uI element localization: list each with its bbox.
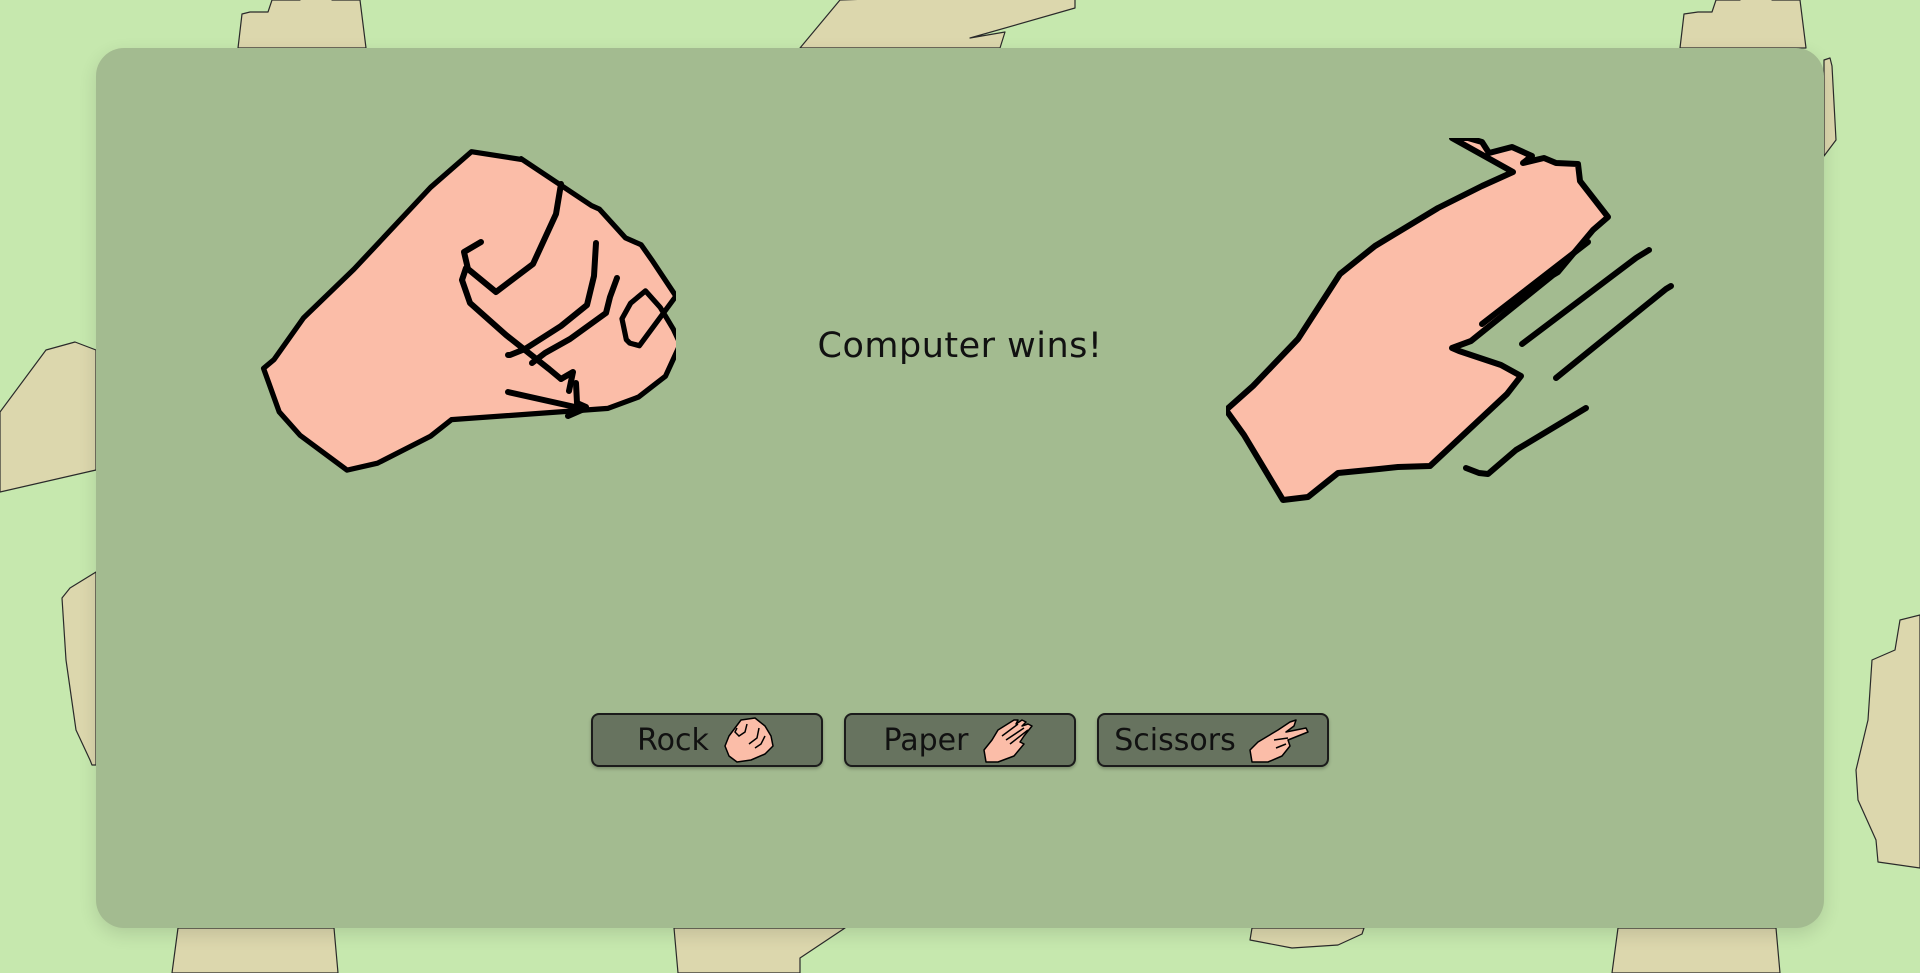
scissors-hand-icon — [1248, 716, 1312, 764]
player-rock-hand — [260, 149, 676, 473]
rock-button[interactable]: Rock — [591, 713, 823, 767]
bg-hand-right-low — [1855, 614, 1920, 869]
bg-hand-bottom-center — [673, 927, 846, 973]
game-panel: Computer wins! Rock Paper Scissors — [96, 48, 1824, 928]
computer-paper-hand — [1226, 138, 1674, 503]
choice-buttons: Rock Paper Scissors — [96, 713, 1824, 767]
paper-hand-icon — [980, 716, 1036, 764]
bg-hand-top-center — [799, 0, 1076, 49]
bg-hand-left-mid — [0, 341, 97, 493]
bg-hand-bottom-right-center — [1249, 927, 1365, 949]
result-message: Computer wins! — [817, 326, 1103, 366]
rock-hand-icon — [721, 716, 777, 764]
bg-hand-left-low — [61, 571, 97, 766]
scissors-button[interactable]: Scissors — [1097, 713, 1329, 767]
paper-button[interactable]: Paper — [844, 713, 1076, 767]
scissors-button-label: Scissors — [1114, 722, 1236, 758]
paper-button-label: Paper — [883, 722, 969, 758]
bg-hand-top-right — [1679, 0, 1807, 49]
bg-hand-right-top — [1823, 57, 1837, 157]
rock-button-label: Rock — [637, 722, 709, 758]
bg-hand-bottom-right — [1611, 927, 1781, 973]
bg-hand-bottom-left — [171, 927, 339, 973]
bg-hand-top-left — [237, 0, 367, 49]
